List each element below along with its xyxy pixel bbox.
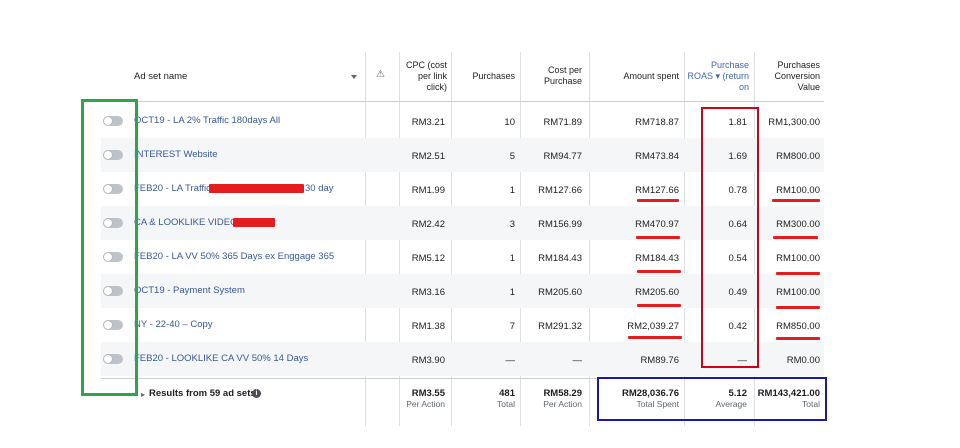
cell-cost-per: RM127.66	[538, 185, 582, 196]
footer-purchases-sub: Total	[497, 399, 515, 409]
header-conversion-value[interactable]: Purchases Conversion Value	[756, 60, 820, 93]
footer-cost-per-value: RM58.29	[543, 388, 582, 399]
ad-set-name-link[interactable]: FEB20 - LOOKLIKE CA VV 50% 14 Days	[134, 353, 308, 364]
cell-cost-per: RM184.43	[538, 253, 582, 264]
cell-cpc: RM3.90	[411, 355, 445, 366]
roas-highlight-box	[701, 107, 759, 368]
cell-purchases: 7	[509, 321, 515, 332]
footer-purchases: 481 Total	[453, 388, 515, 410]
footer-purchases-value: 481	[499, 388, 515, 399]
underline-mark	[628, 336, 682, 339]
cell-purchases: —	[505, 355, 516, 366]
underline-mark	[637, 199, 679, 202]
cell-purchases: 3	[509, 219, 515, 230]
ad-set-name-link[interactable]: NY - 22-40 – Copy	[134, 319, 213, 330]
ad-set-name-link[interactable]: INTEREST Website	[134, 149, 218, 160]
cell-spent: RM718.87	[635, 117, 679, 128]
cell-spent: RM127.66	[635, 185, 679, 196]
redaction-bar	[209, 184, 304, 193]
cell-value: RM1,300.00	[768, 117, 820, 128]
underline-mark	[776, 272, 820, 275]
totals-highlight-box	[597, 377, 827, 421]
cell-purchases: 10	[504, 117, 515, 128]
cell-value: RM100.00	[776, 185, 820, 196]
underline-mark	[637, 270, 681, 273]
cell-value: RM850.00	[776, 321, 820, 332]
cell-value: RM100.00	[776, 287, 820, 298]
cell-cost-per: RM156.99	[538, 219, 582, 230]
cell-spent: RM473.84	[635, 151, 679, 162]
header-purchases[interactable]: Purchases	[453, 71, 515, 82]
cell-spent: RM2,039.27	[627, 321, 679, 332]
underline-mark	[773, 236, 818, 239]
ad-set-name-link[interactable]: CA & LOOKLIKE VIDEO	[134, 217, 237, 228]
expand-arrow-icon[interactable]: ▸	[141, 390, 145, 399]
underline-mark	[776, 337, 820, 340]
cell-cost-per: RM205.60	[538, 287, 582, 298]
cell-spent: RM184.43	[635, 253, 679, 264]
ad-set-name-link[interactable]: OCT19 - LA 2% Traffic 180days All	[134, 115, 280, 126]
underline-mark	[776, 306, 820, 309]
cell-cpc: RM3.16	[411, 287, 445, 298]
cell-cost-per: —	[572, 355, 583, 366]
cell-purchases: 1	[509, 253, 515, 264]
footer-cpc-value: RM3.55	[411, 388, 445, 399]
redaction-bar	[233, 218, 275, 227]
header-purchase-roas[interactable]: Purchase ROAS ▾ (return on	[687, 60, 749, 93]
cell-cpc: RM2.51	[411, 151, 445, 162]
cell-spent: RM470.97	[635, 219, 679, 230]
footer-cost-per-sub: Per Action	[543, 399, 582, 409]
footer-cost-per: RM58.29 Per Action	[522, 388, 582, 410]
cell-cost-per: RM291.32	[538, 321, 582, 332]
cell-spent: RM89.76	[640, 355, 679, 366]
cell-cost-per: RM71.89	[543, 117, 582, 128]
underline-mark	[772, 199, 820, 202]
ad-set-name-link[interactable]: OCT19 - Payment System	[134, 285, 245, 296]
cell-cost-per: RM94.77	[543, 151, 582, 162]
cell-value: RM100.00	[776, 253, 820, 264]
caret-down-icon[interactable]	[351, 75, 357, 79]
results-summary: Results from 59 ad sets	[149, 388, 256, 399]
cell-cpc: RM3.21	[411, 117, 445, 128]
toggle-highlight-box	[81, 99, 138, 396]
info-icon[interactable]: i	[252, 389, 261, 398]
ad-set-name-link[interactable]: FEB20 - LA VV 50% 365 Days ex Enggage 36…	[134, 251, 334, 262]
cell-cpc: RM5.12	[411, 253, 445, 264]
cell-purchases: 5	[509, 151, 515, 162]
ad-set-name-link[interactable]: FEB20 - LA Traffic	[134, 183, 211, 194]
cell-spent: RM205.60	[635, 287, 679, 298]
cell-cpc: RM2.42	[411, 219, 445, 230]
cell-cpc: RM1.38	[411, 321, 445, 332]
footer-cpc-sub: Per Action	[406, 399, 445, 409]
header-cpc[interactable]: CPC (cost per link click)	[401, 60, 447, 93]
cell-purchases: 1	[509, 185, 515, 196]
cell-cpc: RM1.99	[411, 185, 445, 196]
header-amount-spent[interactable]: Amount spent	[591, 71, 679, 82]
cell-purchases: 1	[509, 287, 515, 298]
header-ad-set-name[interactable]: Ad set name	[134, 71, 187, 82]
ad-set-name-suffix[interactable]: 30 day	[305, 183, 334, 194]
cell-value: RM0.00	[786, 355, 820, 366]
underline-mark	[637, 304, 681, 307]
header-cost-per-purchase[interactable]: Cost per Purchase	[522, 65, 582, 87]
cell-value: RM300.00	[776, 219, 820, 230]
header-divider	[101, 101, 824, 102]
cell-value: RM800.00	[776, 151, 820, 162]
footer-cpc: RM3.55 Per Action	[401, 388, 445, 410]
warning-icon[interactable]: ⚠	[376, 69, 385, 80]
underline-mark	[636, 236, 680, 239]
